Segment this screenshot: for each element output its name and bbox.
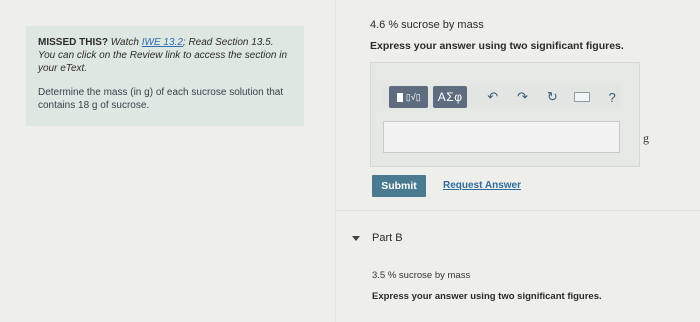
answer-input[interactable] [383, 121, 620, 153]
part-a-concentration: 4.6 % sucrose by mass [370, 19, 484, 31]
part-b-label[interactable]: Part B [372, 232, 403, 244]
reset-icon[interactable]: ↻ [544, 88, 560, 106]
iwe-link[interactable]: IWE 13.2 [142, 37, 183, 48]
chevron-down-icon[interactable] [352, 236, 360, 241]
math-toolbar: ▯√▯ ΑΣφ ↶ ↷ ↻ ? [383, 85, 620, 109]
redo-icon[interactable]: ↷ [515, 88, 531, 106]
keyboard-button[interactable] [574, 88, 591, 106]
part-a-instruction: Express your answer using two significan… [370, 40, 624, 52]
watch-text: Watch [110, 37, 139, 48]
column-divider [335, 0, 336, 322]
part-b-instruction: Express your answer using two significan… [372, 291, 602, 302]
help-icon[interactable]: ? [604, 88, 620, 106]
hint-panel: MISSED THIS? Watch IWE 13.2; Read Sectio… [26, 26, 304, 126]
greek-symbols-button[interactable]: ΑΣφ [433, 86, 467, 108]
request-answer-link[interactable]: Request Answer [443, 180, 521, 191]
templates-icon [396, 92, 403, 102]
unit-label: g [643, 131, 649, 145]
missed-label: MISSED THIS? [38, 37, 109, 48]
missed-this-text: MISSED THIS? Watch IWE 13.2; Read Sectio… [38, 36, 292, 75]
undo-icon[interactable]: ↶ [485, 88, 501, 106]
section-divider [336, 210, 700, 211]
question-text: Determine the mass (in g) of each sucros… [38, 87, 284, 111]
templates-button[interactable]: ▯√▯ [389, 86, 429, 108]
part-b-concentration: 3.5 % sucrose by mass [372, 270, 471, 281]
keyboard-icon [574, 92, 591, 102]
templates-icon-glyph: ▯√▯ [405, 91, 421, 102]
submit-button[interactable]: Submit [372, 175, 426, 197]
page: MISSED THIS? Watch IWE 13.2; Read Sectio… [0, 0, 700, 322]
answer-box: ▯√▯ ΑΣφ ↶ ↷ ↻ ? g [370, 62, 649, 167]
